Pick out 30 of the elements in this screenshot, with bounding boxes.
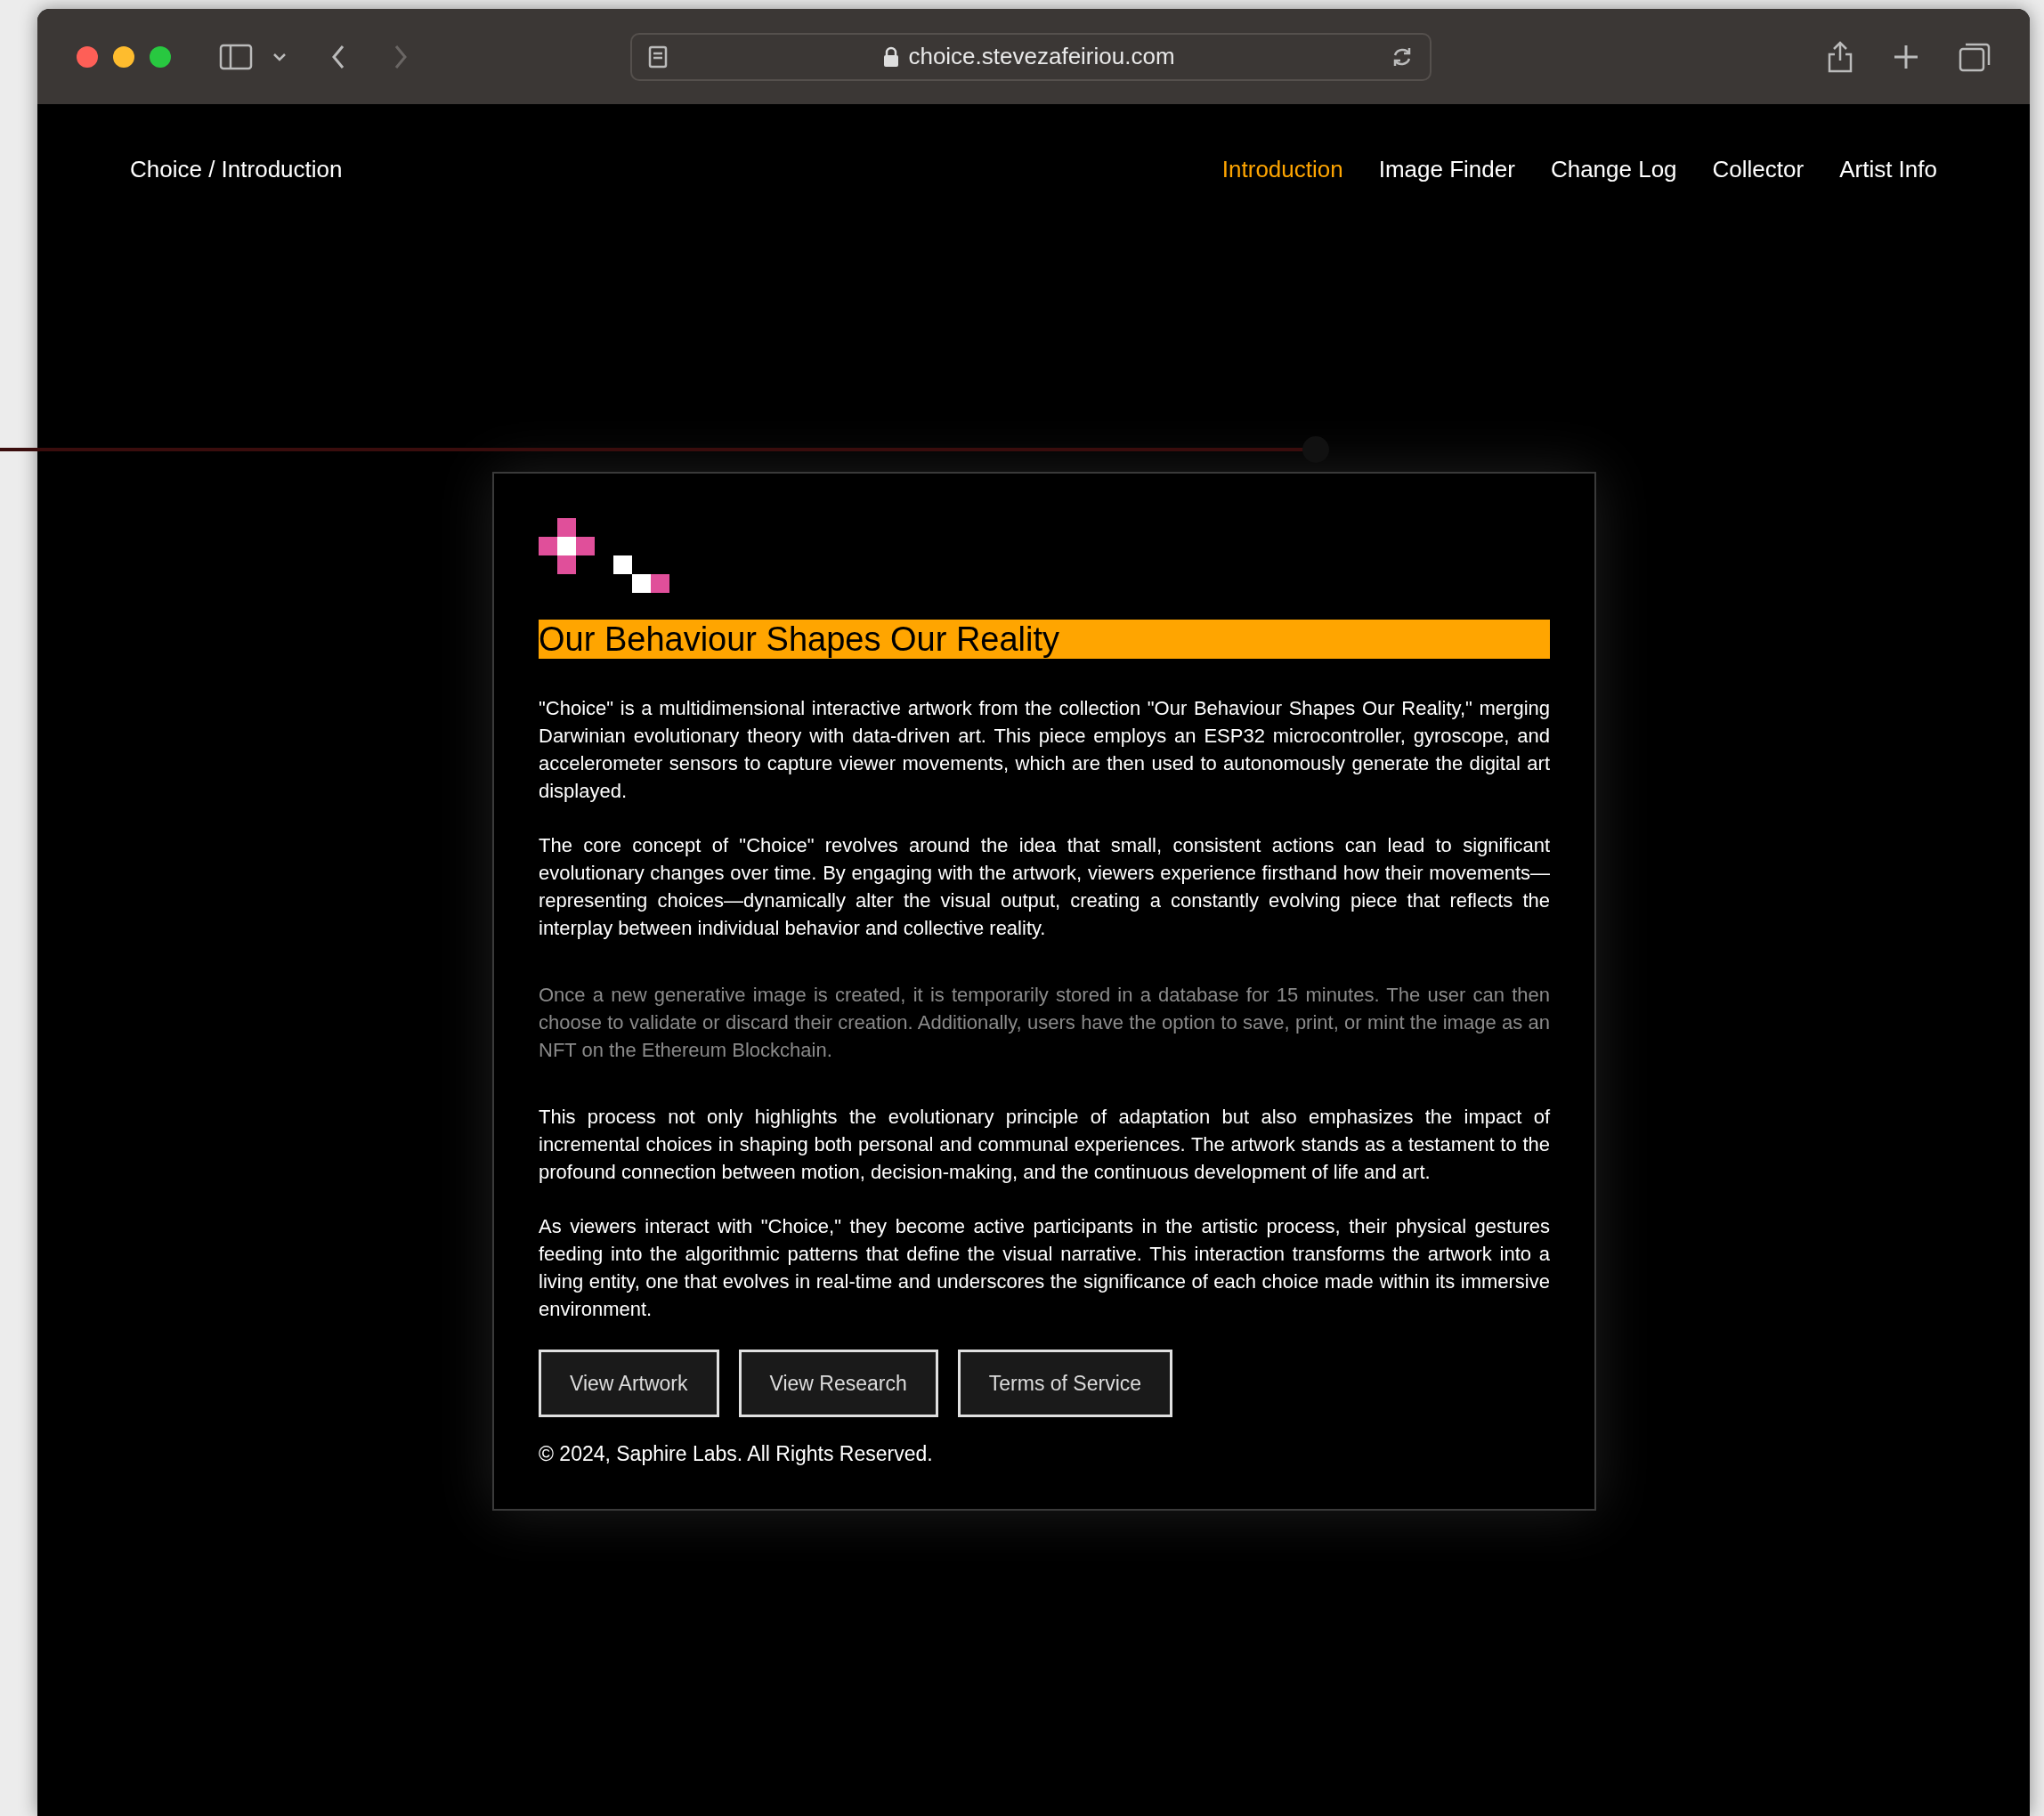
pixel-logo-icon: [539, 518, 670, 593]
share-icon[interactable]: [1827, 40, 1853, 73]
nav-link[interactable]: Image Finder: [1378, 151, 1515, 187]
sidebar-icon[interactable]: [219, 43, 253, 70]
body-paragraph: "Choice" is a multidimensional interactive artwork from the collection "Our Behaviour Shapes Our Reality," merging Darwinian evolutionary theory with data-driven art. This piece employs an ESP32 microcontroller, gyroscope, and accelerometer sensors to capture viewer movements, which are then used to autonomously generate the digital art displayed.: [539, 696, 1550, 804]
minimize-window-icon[interactable]: [113, 45, 134, 68]
url-text: choice.stevezafeiriou.com: [908, 42, 1175, 71]
maximize-window-icon[interactable]: [150, 45, 171, 68]
body-paragraph: This process not only highlights the evolutionary principle of adaptation but also emphasizes the impact of incremental choices in shaping both personal and communal experiences. The artwork stands as a testament to the profound connection between motion, decision-making, and the continuous development of life and art.: [539, 1105, 1550, 1185]
nav-link[interactable]: Change Log: [1550, 151, 1677, 187]
link-button[interactable]: View Research: [738, 1350, 938, 1417]
tabs-overview-icon[interactable]: [1959, 41, 1991, 72]
lock-icon: [883, 45, 900, 68]
body-paragraph: The core concept of "Choice" revolves around the idea that small, consistent actions can lead to significant evolutionary changes over time. By engaging with the artwork, viewers experience firsthand how their movements—representing choices—dynamically alter the visual output, creating a constantly evolving piece that reflects the interplay between individual behavior and collective reality.: [539, 833, 1550, 941]
reader-icon[interactable]: [648, 45, 668, 69]
nav-link[interactable]: Introduction: [1221, 151, 1343, 187]
address-bar[interactable]: choice.stevezafeiriou.com: [630, 32, 1432, 81]
link-button[interactable]: Terms of Service: [957, 1350, 1173, 1417]
nav-link[interactable]: Artist Info: [1839, 151, 1937, 187]
body-paragraph: Once a new generative image is created, it is temporarily stored in a database for 15 minutes. The user can then choose to validate or discard their creation. Additionally, users have the option to save, print, or mint the image as an NFT on the Ethereum Blockchain.: [539, 983, 1550, 1063]
body-paragraph: As viewers interact with "Choice," they become active participants in the artistic process, their physical gestures feeding into the algorithmic patterns that define the visual narrative. This interaction transforms the artwork into a living entity, one that evolves in real-time and underscores the significance of each choice made within its immersive environment.: [539, 1214, 1550, 1322]
back-icon[interactable]: [331, 44, 345, 69]
plus-icon[interactable]: [1893, 43, 1919, 70]
chevron-down-icon[interactable]: [272, 51, 287, 62]
link-button[interactable]: View Artwork: [539, 1350, 719, 1417]
copyright-text: © 2024, Saphire Labs. All Rights Reserved.: [539, 1441, 934, 1467]
close-window-icon[interactable]: [77, 45, 98, 68]
nav-link[interactable]: Collector: [1712, 151, 1805, 187]
site-brand[interactable]: Choice / Introduction: [130, 151, 343, 187]
card-heading: Our Behaviour Shapes Our Reality: [539, 620, 1550, 659]
